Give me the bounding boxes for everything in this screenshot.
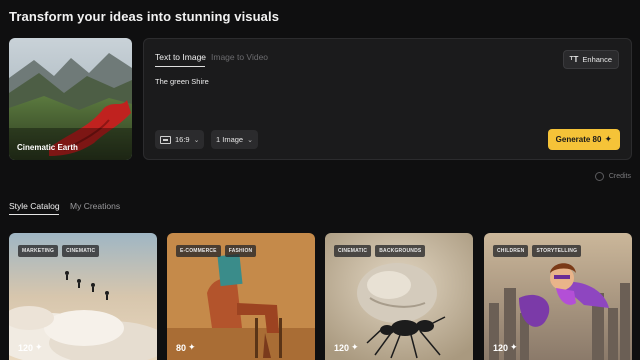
sparkle-icon: ✦ bbox=[604, 134, 612, 144]
tag: BACKGROUNDS bbox=[375, 245, 426, 257]
generate-button[interactable]: Generate 80 ✦ bbox=[547, 129, 620, 150]
tag: FASHION bbox=[224, 245, 257, 257]
aspect-ratio-icon bbox=[160, 135, 171, 144]
style-card-ecommerce-fashion[interactable]: E-COMMERCE FASHION 80 ✦ bbox=[167, 233, 315, 360]
preset-image bbox=[9, 38, 132, 160]
generate-label: Generate 80 bbox=[555, 135, 602, 144]
chevron-down-icon: ⌄ bbox=[247, 136, 253, 144]
sparkle-icon: ✦ bbox=[35, 342, 43, 352]
image-count-select[interactable]: 1 Image ⌄ bbox=[211, 130, 258, 149]
tab-style-catalog[interactable]: Style Catalog bbox=[9, 201, 60, 211]
credits-icon bbox=[594, 172, 604, 181]
price-value: 120 bbox=[334, 342, 350, 353]
tag: CINEMATIC bbox=[62, 245, 100, 257]
enhance-button[interactable]: ⸆T Enhance bbox=[562, 50, 619, 69]
price-badge: 120 ✦ bbox=[18, 342, 43, 353]
price-value: 80 bbox=[176, 342, 187, 353]
tab-my-creations[interactable]: My Creations bbox=[70, 201, 120, 211]
page-title: Transform your ideas into stunning visua… bbox=[9, 9, 280, 24]
price-value: 120 bbox=[493, 342, 509, 353]
tag-list: CINEMATIC BACKGROUNDS bbox=[334, 245, 426, 257]
active-tab-indicator bbox=[9, 214, 59, 215]
credits-label: Credits bbox=[608, 173, 631, 180]
tag: STORYTELLING bbox=[532, 245, 582, 257]
tag: CHILDREN bbox=[493, 245, 529, 257]
enhance-icon: ⸆T bbox=[569, 55, 579, 64]
style-card-children-storytelling[interactable]: CHILDREN STORYTELLING 120 ✦ bbox=[484, 233, 632, 360]
price-badge: 120 ✦ bbox=[334, 342, 359, 353]
credits-indicator[interactable]: Credits bbox=[594, 172, 631, 181]
tab-image-to-video[interactable]: Image to Video bbox=[211, 52, 268, 62]
enhance-label: Enhance bbox=[582, 55, 612, 64]
aspect-ratio-select[interactable]: 16:9 ⌄ bbox=[155, 130, 205, 149]
tag-list: CHILDREN STORYTELLING bbox=[493, 245, 582, 257]
preset-card-cinematic-earth[interactable]: Cinematic Earth bbox=[9, 38, 132, 160]
sparkle-icon: ✦ bbox=[351, 342, 359, 352]
chevron-down-icon: ⌄ bbox=[193, 136, 200, 144]
price-value: 120 bbox=[18, 342, 34, 353]
style-card-cinematic-backgrounds[interactable]: CINEMATIC BACKGROUNDS 120 ✦ bbox=[325, 233, 473, 360]
preset-label: Cinematic Earth bbox=[17, 143, 78, 152]
price-badge: 120 ✦ bbox=[493, 342, 518, 353]
prompt-input[interactable]: The green Shire bbox=[155, 77, 209, 86]
style-card-marketing-cinematic[interactable]: MARKETING CINEMATIC 120 ✦ bbox=[9, 233, 157, 360]
sparkle-icon: ✦ bbox=[188, 342, 196, 352]
aspect-ratio-value: 16:9 bbox=[175, 135, 190, 144]
tab-text-to-image[interactable]: Text to Image bbox=[155, 52, 206, 62]
tag: E-COMMERCE bbox=[176, 245, 221, 257]
image-count-value: 1 Image bbox=[216, 135, 244, 144]
tag: MARKETING bbox=[18, 245, 59, 257]
active-tab-indicator bbox=[155, 66, 205, 67]
tag-list: MARKETING CINEMATIC bbox=[18, 245, 100, 257]
prompt-panel: Text to Image Image to Video ⸆T Enhance … bbox=[143, 38, 632, 160]
tag-list: E-COMMERCE FASHION bbox=[176, 245, 257, 257]
tag: CINEMATIC bbox=[334, 245, 372, 257]
sparkle-icon: ✦ bbox=[510, 342, 518, 352]
price-badge: 80 ✦ bbox=[176, 342, 196, 353]
